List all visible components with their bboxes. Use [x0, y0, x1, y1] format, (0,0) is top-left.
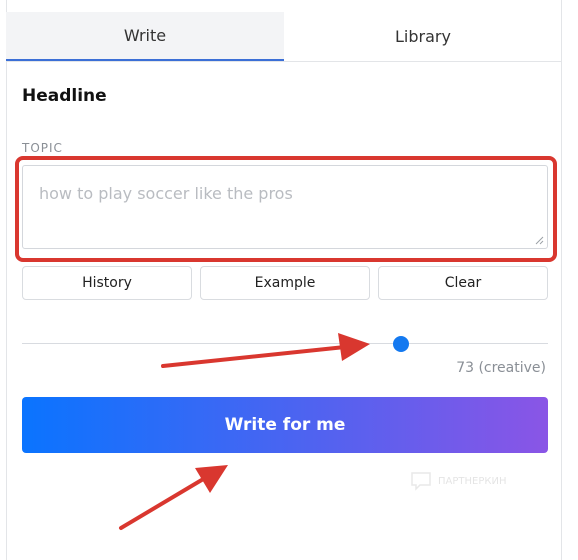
- slider-track[interactable]: [22, 343, 548, 344]
- creativity-slider[interactable]: [22, 334, 548, 354]
- clear-button[interactable]: Clear: [378, 266, 548, 300]
- tab-library[interactable]: Library: [284, 12, 562, 61]
- resize-handle-icon[interactable]: [535, 236, 544, 245]
- topic-label: TOPIC: [22, 141, 63, 155]
- watermark-text: ПАРТНЕРКИН: [438, 475, 507, 487]
- example-button[interactable]: Example: [200, 266, 370, 300]
- creativity-value: 73 (creative): [456, 360, 546, 376]
- slider-thumb[interactable]: [392, 336, 409, 352]
- topic-field-container: [22, 165, 548, 249]
- speech-bubble-icon: [411, 472, 431, 491]
- watermark-logo: ПАРТНЕРКИН: [410, 470, 506, 492]
- topic-input[interactable]: [23, 166, 547, 248]
- history-button[interactable]: History: [22, 266, 192, 300]
- write-for-me-button[interactable]: Write for me: [22, 397, 548, 453]
- topic-actions: History Example Clear: [22, 266, 548, 300]
- section-title: Headline: [22, 86, 107, 106]
- tab-bar: Write Library: [6, 12, 562, 62]
- tab-write[interactable]: Write: [6, 12, 284, 61]
